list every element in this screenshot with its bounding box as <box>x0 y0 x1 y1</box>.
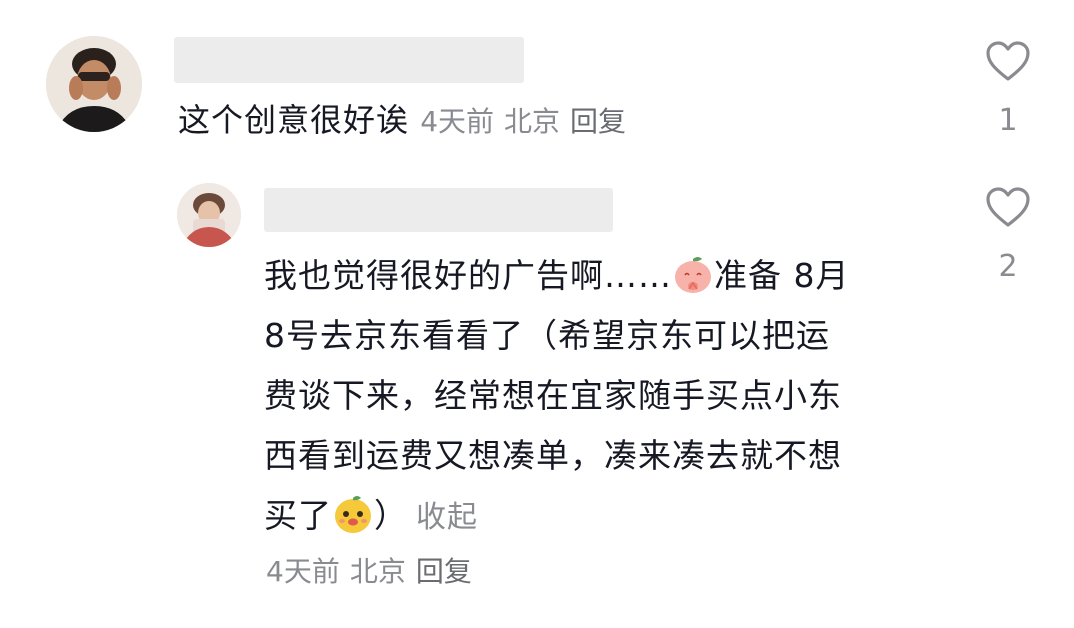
comment-1-text: 这个创意很好诶 <box>178 101 410 139</box>
comment-2-meta: 4天前 北京 回复 <box>266 552 482 592</box>
comment-2-line-1b: 准备 8月 <box>714 256 850 295</box>
comment-2-like[interactable]: 2 <box>978 186 1038 284</box>
comment-1-time: 4天前 <box>420 105 495 138</box>
comment-1-like-count: 1 <box>998 103 1018 138</box>
comment-2-like-count: 2 <box>998 249 1018 284</box>
comment-1-location: 北京 <box>504 105 561 138</box>
collapse-button[interactable]: 收起 <box>416 500 478 535</box>
comment-2-line-2: 8号去京东看看了（希望京东可以把运 <box>264 316 830 355</box>
username-redacted-1[interactable] <box>174 37 524 83</box>
comment-2-line-4: 西看到运费又想凑单，凑来凑去就不想 <box>264 436 842 475</box>
comment-1[interactable]: 这个创意很好诶 4天前 北京 回复 <box>178 100 636 142</box>
comment-2-line-3: 费谈下来，经常想在宜家随手买点小东 <box>264 376 842 415</box>
avatar-commenter-2[interactable] <box>177 183 241 247</box>
comment-2-line-5b: ） <box>374 496 408 535</box>
comment-2-reply-button[interactable]: 回复 <box>416 555 472 588</box>
username-redacted-2[interactable] <box>264 188 613 232</box>
comment-2-time: 4天前 <box>266 555 340 588</box>
comment-1-like[interactable]: 1 <box>978 40 1038 138</box>
comment-2-line-1a: 我也觉得很好的广告啊…… <box>264 256 672 295</box>
happy-face-emoji-icon <box>332 493 374 535</box>
comment-2-line-5a: 买了 <box>264 496 332 535</box>
praying-peach-emoji-icon <box>672 253 714 295</box>
comment-1-reply-button[interactable]: 回复 <box>570 105 626 138</box>
heart-icon[interactable] <box>985 40 1031 82</box>
comment-2-location: 北京 <box>349 555 406 588</box>
avatar-commenter-1[interactable] <box>46 36 142 132</box>
comment-2[interactable]: 我也觉得很好的广告啊…… 准备 8月 8号去京东看看了（希望京东可以把运 费谈下… <box>264 246 944 548</box>
heart-icon[interactable] <box>985 186 1031 228</box>
